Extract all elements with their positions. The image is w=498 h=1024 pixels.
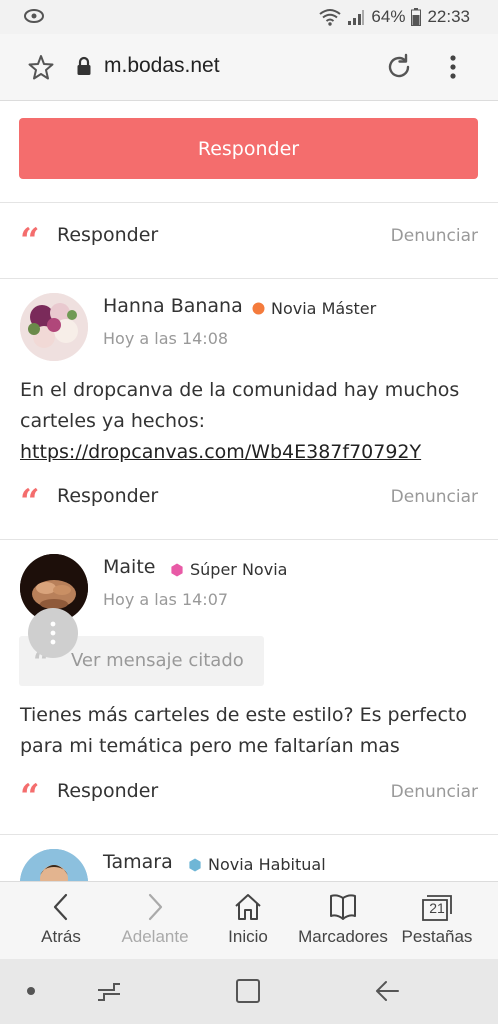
report-link[interactable]: Denunciar (391, 487, 478, 507)
reply-link[interactable]: Responder (57, 485, 158, 507)
rank-label: Súper Novia (190, 560, 288, 579)
user-rank-badge: Súper Novia (170, 560, 287, 579)
post-header: Maite Súper Novia Hoy a las 14:07 (0, 554, 498, 626)
reload-icon[interactable] (384, 52, 414, 82)
quote-icon: “ (20, 221, 40, 261)
avatar[interactable] (20, 293, 88, 361)
report-link[interactable]: Denunciar (391, 226, 478, 246)
rank-label: Novia Máster (271, 299, 377, 318)
nav-forward[interactable]: Adelante (105, 882, 205, 960)
reply-link[interactable]: Responder (57, 780, 158, 802)
divider (0, 834, 498, 835)
url-text[interactable]: m.bodas.net (104, 54, 220, 78)
post-actions: “ Responder Denunciar (0, 479, 498, 519)
post-link[interactable]: https://dropcanvas.com/Wb4E387f70792Y (20, 441, 421, 463)
back-button-icon[interactable] (374, 978, 402, 1004)
more-vertical-icon (50, 621, 56, 645)
quote-icon: “ (20, 777, 40, 817)
author-name[interactable]: Tamara (103, 851, 173, 873)
post-time: Hoy a las 14:07 (103, 590, 229, 609)
user-rank-badge: Novia Habitual (188, 855, 326, 874)
divider (0, 278, 498, 279)
browser-toolbar: m.bodas.net (0, 34, 498, 101)
report-link[interactable]: Denunciar (391, 782, 478, 802)
reply-link[interactable]: Responder (57, 224, 158, 246)
wifi-icon (319, 9, 342, 26)
nav-forward-label: Adelante (121, 927, 189, 946)
quoted-message-label: Ver mensaje citado (71, 650, 244, 671)
rank-hexagon-icon (189, 858, 201, 871)
post-actions: “ Responder Denunciar (0, 774, 498, 814)
user-rank-badge: Novia Máster (252, 299, 376, 318)
author-name[interactable]: Maite (103, 556, 155, 578)
lock-icon (77, 56, 91, 75)
browser-bottom-nav: Atrás Adelante Inicio Marcadores 21 Pest… (0, 881, 498, 960)
nav-home-label: Inicio (228, 927, 268, 946)
recent-apps-icon[interactable] (96, 978, 122, 1004)
battery-icon (411, 8, 422, 26)
post-text: En el dropcanva de la comunidad hay much… (20, 379, 460, 432)
divider (0, 539, 498, 540)
page-content: Responder “ Responder Denunciar Hanna Ba… (0, 101, 498, 881)
topic-actions: “ Responder Denunciar (0, 218, 498, 258)
nav-bookmarks[interactable]: Marcadores (293, 882, 393, 960)
system-navigation-bar (0, 959, 498, 1024)
post-body: En el dropcanva de la comunidad hay much… (20, 375, 480, 468)
nav-tabs[interactable]: 21 Pestañas (387, 882, 487, 960)
quote-icon: “ (20, 482, 40, 522)
nav-back-label: Atrás (41, 927, 81, 946)
rank-hexagon-icon (171, 563, 183, 576)
post-text: Tienes más carteles de este estilo? Es p… (20, 704, 468, 757)
post-header: Tamara Novia Habitual (0, 849, 498, 881)
battery-percent: 64% (371, 7, 406, 26)
chevron-right-icon (148, 893, 163, 921)
reply-main-button[interactable]: Responder (19, 118, 478, 179)
home-icon (235, 894, 261, 920)
nav-tabs-label: Pestañas (401, 927, 473, 946)
dot-icon[interactable] (26, 986, 36, 996)
book-icon (330, 894, 356, 920)
post-body: Tienes más carteles de este estilo? Es p… (20, 700, 480, 762)
floating-menu-button[interactable] (28, 608, 78, 658)
status-right: 64% 22:33 (319, 7, 470, 27)
bookmark-star-icon[interactable] (28, 54, 54, 80)
tabs-count: 21 (429, 900, 445, 916)
author-name[interactable]: Hanna Banana (103, 295, 243, 317)
rank-label: Novia Habitual (208, 855, 326, 874)
avatar[interactable] (20, 849, 88, 881)
home-button-icon[interactable] (235, 978, 261, 1004)
status-left (22, 6, 46, 31)
app-notification-icon (24, 9, 44, 23)
nav-home[interactable]: Inicio (198, 882, 298, 960)
overflow-menu-icon[interactable] (444, 54, 462, 80)
post-time: Hoy a las 14:08 (103, 329, 229, 348)
rank-dot-icon (252, 302, 265, 315)
divider (0, 202, 498, 203)
post-header: Hanna Banana Novia Máster Hoy a las 14:0… (0, 293, 498, 365)
status-bar: 64% 22:33 (0, 0, 498, 34)
nav-back[interactable]: Atrás (11, 882, 111, 960)
clock: 22:33 (427, 7, 470, 26)
chevron-left-icon (53, 893, 68, 921)
signal-icon (348, 10, 365, 25)
nav-bookmarks-label: Marcadores (298, 927, 388, 946)
